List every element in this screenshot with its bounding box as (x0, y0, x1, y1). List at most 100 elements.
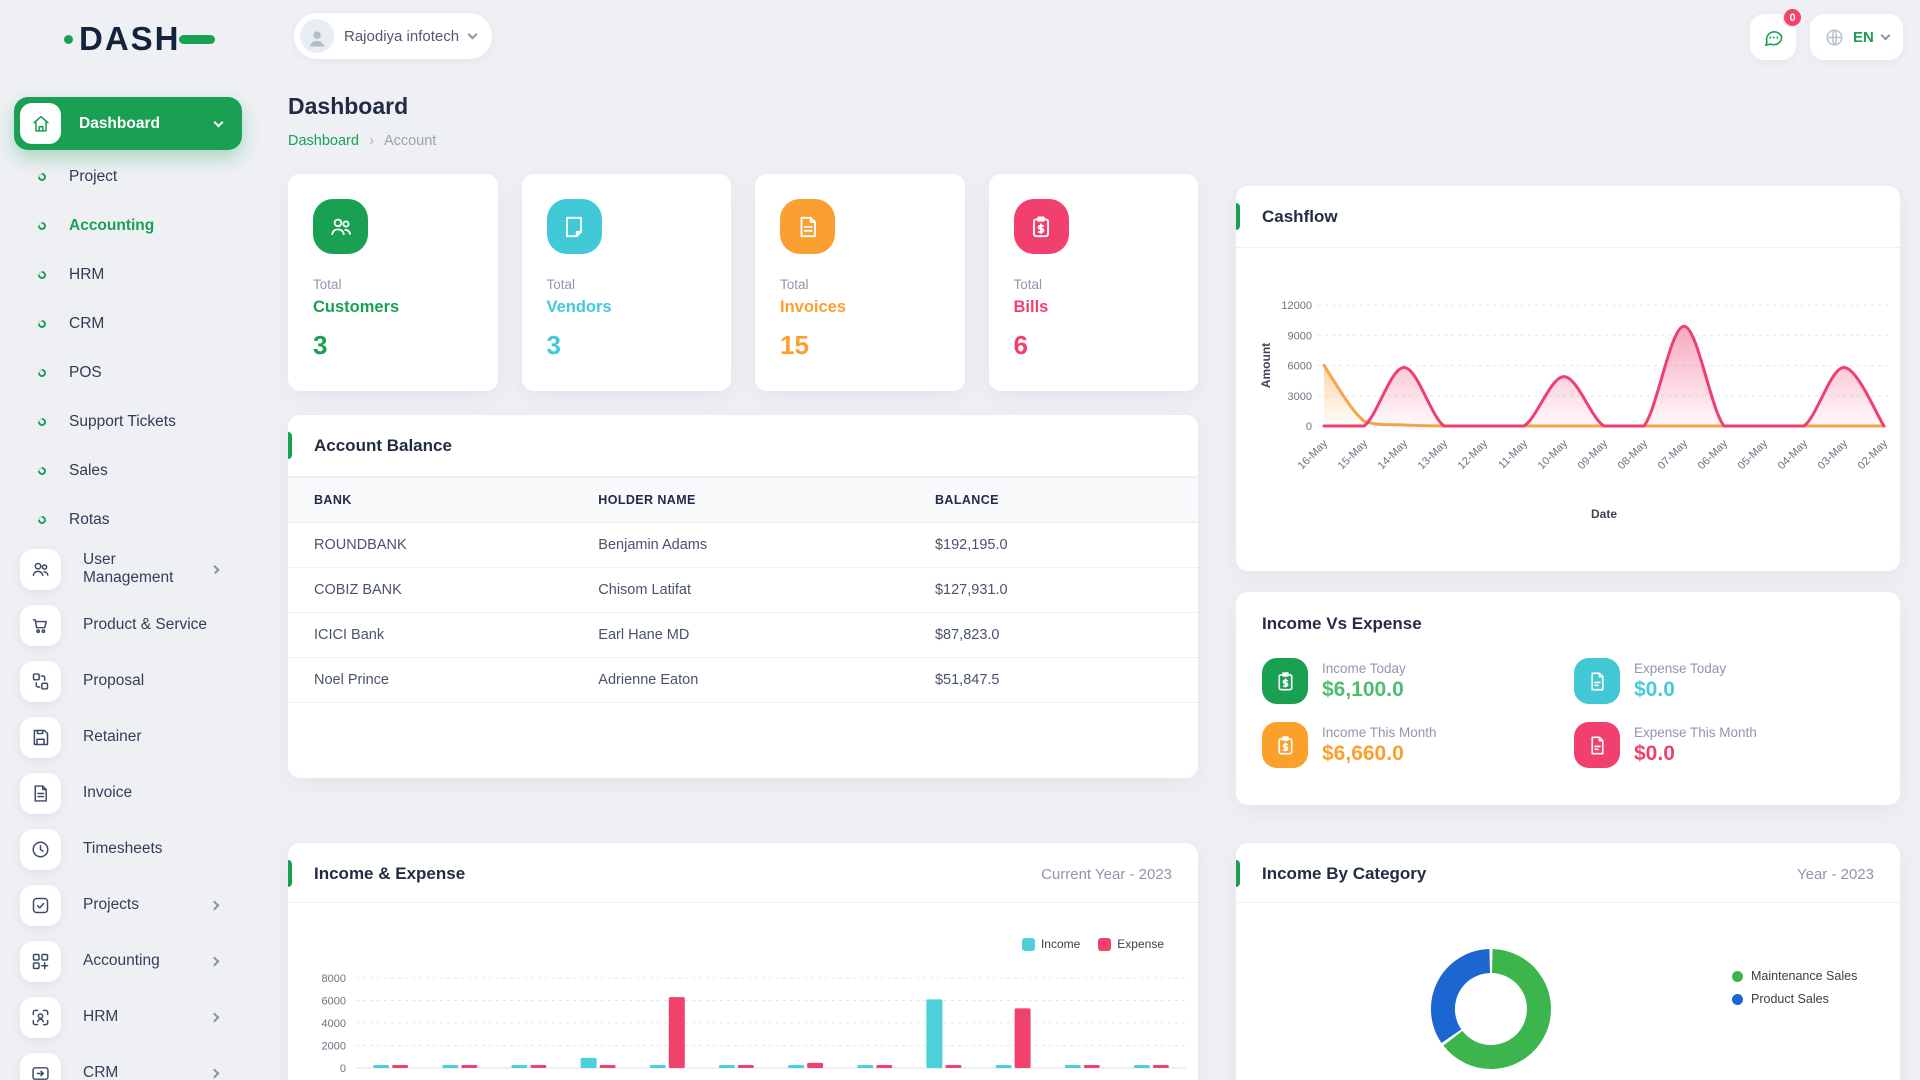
stat-value: 6 (1014, 330, 1174, 361)
messages-button[interactable]: 0 (1750, 14, 1796, 60)
sidebar-item-label: HRM (83, 1008, 118, 1026)
sidebar-modules: User Management Product & Service Proposal… (14, 541, 242, 1080)
stat-icon-chip (547, 199, 602, 254)
sidebar-item-label: POS (69, 364, 102, 382)
metric-label: Income This Month (1322, 725, 1437, 740)
legend-item-maintenance-sales: Maintenance Sales (1732, 969, 1857, 983)
metric-label: Income Today (1322, 661, 1406, 676)
sidebar-item-sales[interactable]: Sales (14, 446, 242, 495)
column-balance: BALANCE (925, 478, 1198, 523)
logo-dash-icon (179, 35, 215, 44)
svg-text:10-May: 10-May (1536, 437, 1571, 472)
company-switcher[interactable]: Rajodiya infotech (294, 13, 492, 59)
sidebar-item-support-tickets[interactable]: Support Tickets (14, 397, 242, 446)
svg-text:9000: 9000 (1288, 330, 1312, 342)
file-icon (1586, 670, 1609, 693)
stat-icon-chip (313, 199, 368, 254)
sidebar-item-label: CRM (83, 1064, 118, 1080)
chart-legend: Maintenance SalesProduct Sales (1732, 969, 1857, 1015)
svg-text:02-May: 02-May (1856, 437, 1891, 472)
card-title: Income By Category (1262, 864, 1426, 884)
stat-value: 3 (313, 330, 473, 361)
sidebar-item-accounting[interactable]: Accounting (14, 933, 242, 989)
language-selector[interactable]: EN (1810, 14, 1903, 60)
metric-icon-chip (1262, 658, 1308, 704)
metric-icon-chip (1262, 722, 1308, 768)
dashboard-app: DASH Rajodiya infotech 0 EN (0, 0, 1920, 1080)
icon-chip (20, 717, 61, 758)
clock-icon (30, 839, 51, 860)
card-header: Income & Expense Current Year - 2023 (288, 843, 1198, 903)
stat-prefix: Total (313, 277, 473, 292)
sidebar-item-timesheets[interactable]: Timesheets (14, 821, 242, 877)
metric-label: Expense This Month (1634, 725, 1757, 740)
sidebar-item-retainer[interactable]: Retainer (14, 709, 242, 765)
card-header: Cashflow (1236, 186, 1900, 248)
card-arrow-icon (30, 1063, 51, 1080)
metric-label: Expense Today (1634, 661, 1726, 676)
sidebar-item-hrm[interactable]: HRM (14, 250, 242, 299)
stat-value: 3 (547, 330, 707, 361)
svg-text:16-May: 16-May (1296, 437, 1331, 472)
home-icon (30, 113, 52, 135)
sidebar-item-label: Product & Service (83, 616, 207, 634)
svg-text:06-May: 06-May (1696, 437, 1731, 472)
icon-chip (20, 997, 61, 1038)
bullet-icon (36, 367, 47, 378)
sidebar-item-pos[interactable]: POS (14, 348, 242, 397)
table-cell: ICICI Bank (288, 613, 588, 658)
metric-expense-this-month: Expense This Month$0.0 (1574, 722, 1757, 768)
sidebar-item-label: Support Tickets (69, 413, 176, 431)
metric-value: $6,660.0 (1322, 742, 1437, 766)
chart-legend: IncomeExpense (1022, 937, 1164, 951)
breadcrumb-dashboard-link[interactable]: Dashboard (288, 133, 359, 149)
sidebar-item-accounting[interactable]: Accounting (14, 201, 242, 250)
cart-icon (30, 615, 51, 636)
sidebar-item-rotas[interactable]: Rotas (14, 495, 242, 544)
table-cell: Earl Hane MD (588, 613, 925, 658)
sidebar-item-label: Sales (69, 462, 108, 480)
stat-icon-chip (1014, 199, 1069, 254)
sidebar-item-invoice[interactable]: Invoice (14, 765, 242, 821)
legend-item-expense: Expense (1098, 937, 1164, 951)
svg-text:Date: Date (1591, 507, 1617, 521)
card-title: Income Vs Expense (1262, 614, 1422, 634)
svg-text:12-May: 12-May (1456, 437, 1491, 472)
sidebar-item-crm[interactable]: CRM (14, 1045, 242, 1080)
sidebar-item-crm[interactable]: CRM (14, 299, 242, 348)
bullet-icon (36, 318, 47, 329)
users-icon (328, 214, 354, 240)
sidebar-item-proposal[interactable]: Proposal (14, 653, 242, 709)
svg-text:05-May: 05-May (1736, 437, 1771, 472)
chevron-right-icon (210, 900, 220, 910)
language-code: EN (1853, 29, 1874, 46)
chevron-right-icon (210, 1012, 220, 1022)
page-title: Dashboard (288, 93, 408, 120)
sidebar-item-product-service[interactable]: Product & Service (14, 597, 242, 653)
sidebar-item-project[interactable]: Project (14, 152, 242, 201)
person-frame-icon (30, 1007, 51, 1028)
stat-prefix: Total (547, 277, 707, 292)
metric-expense-today: Expense Today$0.0 (1574, 658, 1726, 704)
sidebar-dashboard-submenu: ProjectAccountingHRMCRM POS Support Ticket… (14, 152, 242, 544)
file-icon (1586, 734, 1609, 757)
svg-text:4000: 4000 (322, 1018, 346, 1030)
chevron-right-icon (210, 1068, 220, 1078)
income-vs-expense-card: Income Vs Expense Income Today$6,100.0 Ex… (1236, 592, 1900, 805)
svg-text:6000: 6000 (322, 996, 346, 1008)
metric-income-today: Income Today$6,100.0 (1262, 658, 1406, 704)
icon-chip (20, 829, 61, 870)
accent-bar (288, 432, 292, 459)
stat-card-invoices: TotalInvoices15 (755, 174, 965, 391)
sidebar-item-hrm[interactable]: HRM (14, 989, 242, 1045)
breadcrumb-separator-icon: › (369, 132, 374, 149)
stat-icon-chip (780, 199, 835, 254)
sidebar-item-dashboard[interactable]: Dashboard (14, 97, 242, 150)
table-cell: $127,931.0 (925, 568, 1198, 613)
sidebar-item-user-management[interactable]: User Management (14, 541, 242, 597)
sidebar-item-projects[interactable]: Projects (14, 877, 242, 933)
column-holder-name: HOLDER NAME (588, 478, 925, 523)
sidebar-item-label: Projects (83, 896, 139, 914)
clipboard-dollar-icon (1274, 670, 1297, 693)
icon-chip (20, 885, 61, 926)
